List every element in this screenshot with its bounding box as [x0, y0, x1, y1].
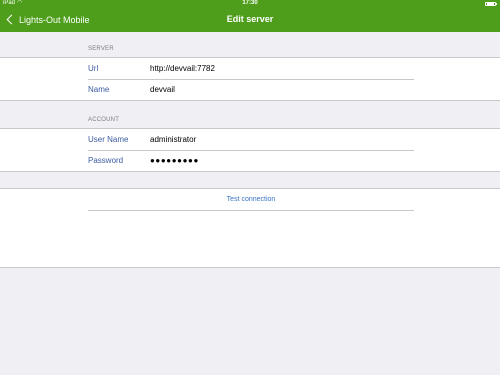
navigation-bar: Lights-Out Mobile Edit server	[0, 7, 500, 32]
username-label: User Name	[88, 135, 129, 144]
test-connection-button[interactable]: Test connection	[88, 189, 414, 210]
page-title: Edit server	[226, 14, 274, 24]
server-section-header: SERVER	[88, 46, 114, 52]
url-label: Url	[88, 64, 99, 73]
password-label: Password	[88, 156, 124, 165]
password-row[interactable]: Password ●●●●●●●●●	[88, 150, 414, 171]
username-row[interactable]: User Name administrator	[88, 129, 414, 150]
name-row[interactable]: Name devvail	[88, 79, 414, 100]
url-row[interactable]: Url http://devvail:7782	[88, 58, 414, 79]
name-field[interactable]: devvail	[150, 85, 175, 94]
battery-icon	[485, 1, 496, 6]
password-field[interactable]: ●●●●●●●●●	[150, 156, 199, 165]
battery-tip	[496, 2, 498, 5]
username-field[interactable]: administrator	[150, 135, 196, 144]
row-divider	[88, 210, 414, 211]
name-label: Name	[88, 85, 110, 94]
url-field[interactable]: http://devvail:7782	[150, 64, 215, 73]
account-section-header: ACCOUNT	[88, 117, 120, 123]
status-time: 17:30	[242, 0, 258, 6]
status-bar: iPad ◠ 17:30	[0, 0, 500, 7]
